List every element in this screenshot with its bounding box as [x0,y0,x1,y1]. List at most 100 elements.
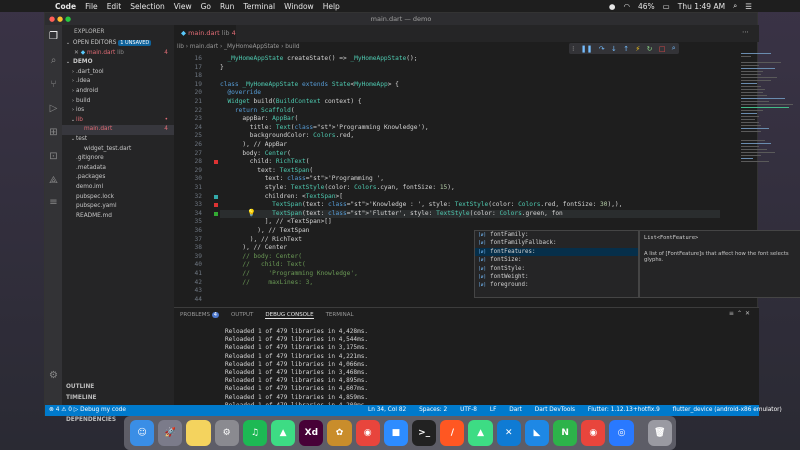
xcode-icon[interactable]: ◣ [524,420,550,446]
android-studio-icon[interactable]: ▲ [271,420,296,446]
status-eol[interactable]: LF [490,407,497,413]
status-devtools[interactable]: Dart DevTools [535,407,575,413]
file-tree-item[interactable]: › .dart_tool [62,68,174,78]
notes-icon[interactable] [186,420,211,446]
file-tree-item[interactable]: ⌄test [62,135,174,145]
sidebar-section[interactable]: TIMELINE [62,393,174,404]
file-tree-item[interactable]: README.md [62,212,174,222]
close-window-icon[interactable]: ● [49,13,55,25]
menu-file[interactable]: File [85,2,98,11]
run-debug-icon[interactable]: ▷ [48,103,59,114]
vscode-icon[interactable]: ✕ [496,420,521,446]
open-editor-item[interactable]: ✕ ◆ main.dart lib 4 [62,49,174,59]
menu-help[interactable]: Help [323,2,340,11]
close-icon[interactable]: ✕ [745,310,753,317]
file-tree-item[interactable]: .packages [62,173,174,183]
status-cursor-position[interactable]: Ln 34, Col 82 [368,407,406,413]
battery-percent[interactable]: 46% [638,2,655,11]
source-control-icon[interactable]: ⑂ [48,79,59,90]
editor-more-actions-icon[interactable]: ⋯ [742,28,749,36]
trash-icon[interactable]: 🗑 [647,420,672,446]
close-icon[interactable]: ✕ [74,50,79,56]
tab-main-dart[interactable]: ◆ main.dart lib 4 [174,25,236,42]
status-indentation[interactable]: Spaces: 2 [419,407,447,413]
spotify-icon[interactable]: ♫ [242,420,268,446]
outline-icon[interactable]: ≡ [48,197,59,208]
filter-icon[interactable]: ≡ [729,310,737,317]
record-icon[interactable]: ● [609,2,616,11]
file-tree-item[interactable]: pubspec.lock [62,193,174,203]
battery-icon[interactable]: ▭ [663,2,670,11]
menu-app-code[interactable]: Code [55,2,76,11]
menu-extras-icon[interactable]: ☰ [745,2,752,11]
autocomplete-item[interactable]: [ø] fontWeight: [475,273,638,281]
file-tree-item[interactable]: ⌄lib • [62,116,174,126]
gutter-marker[interactable] [214,160,218,165]
search-icon[interactable]: ⌕ [48,55,59,66]
terminal-icon[interactable]: >_ [412,420,437,446]
open-editors-section[interactable]: ⌄ OPEN EDITORS 1 UNSAVED [62,39,174,49]
remote-icon[interactable]: ⊡ [48,151,59,162]
safari-icon[interactable]: ◎ [609,420,634,446]
file-tree-item[interactable]: widget_test.dart [62,145,174,155]
zoom-icon[interactable]: ■ [383,420,409,446]
zoom-window-icon[interactable]: ● [65,13,71,25]
menu-terminal[interactable]: Terminal [243,2,275,11]
autocomplete-item[interactable]: [ø] fontSize: [475,256,638,264]
launchpad-icon[interactable]: 🚀 [158,420,183,446]
extensions-icon[interactable]: ⊞ [48,127,59,138]
settings-gear-icon[interactable]: ⚙ [48,370,59,381]
file-tree-item[interactable]: main.dart 4 [62,125,174,135]
android-icon[interactable]: ▲ [468,420,493,446]
file-tree-item[interactable]: .metadata [62,164,174,174]
file-tree-item[interactable]: › .idea [62,77,174,87]
minimap[interactable] [739,53,795,163]
sidebar-section[interactable]: OUTLINE [62,382,174,393]
status-encoding[interactable]: UTF-8 [460,407,477,413]
explorer-icon[interactable]: ❐ [48,31,59,42]
tab-problems[interactable]: PROBLEMS 4 [180,312,219,318]
file-tree-item[interactable]: › build [62,97,174,107]
file-tree-item[interactable]: › ios [62,106,174,116]
lightbulb-icon[interactable]: 💡 [247,209,256,217]
status-problems-and-debug[interactable]: ⊗ 4 ⚠ 0 ▷ Debug my code [49,405,126,416]
tab-terminal[interactable]: TERMINAL [326,312,354,318]
project-section[interactable]: ⌄ DEMO [62,58,174,68]
chevron-up-icon[interactable]: ⌃ [737,310,745,317]
file-tree-item[interactable]: demo.iml [62,183,174,193]
minimize-window-icon[interactable]: ● [57,13,63,25]
autocomplete-item[interactable]: [ø] fontFeatures: [475,247,638,257]
numbers-icon[interactable]: N [553,420,578,446]
wifi-icon[interactable]: ◠ [623,2,630,11]
autocomplete-item[interactable]: [ø] fontFamilyFallback: [475,239,638,247]
menu-view[interactable]: View [174,2,192,11]
autocomplete-item[interactable]: [ø] fontFamily: [475,231,638,239]
clock[interactable]: Thu 1:49 AM [678,2,725,11]
debug-console-output[interactable]: Reloaded 1 of 479 libraries in 4,428ms. R… [225,328,368,410]
file-tree-item[interactable]: › android [62,87,174,97]
status-flutter-version[interactable]: Flutter: 1.12.13+hotfix.9 [588,407,660,413]
menu-run[interactable]: Run [220,2,234,11]
file-tree-item[interactable]: .gitignore [62,154,174,164]
menu-go[interactable]: Go [201,2,211,11]
flutter-icon[interactable]: ⟁ [48,175,59,186]
pineapple-icon[interactable]: ✿ [327,420,352,446]
system-preferences-icon[interactable]: ⚙ [214,420,239,446]
status-device[interactable]: flutter_device (android-x86 emulator) [673,407,782,413]
menu-edit[interactable]: Edit [107,2,122,11]
menu-selection[interactable]: Selection [130,2,165,11]
autocomplete-item[interactable]: [ø] foreground: [475,281,638,289]
tab-debug-console[interactable]: DEBUG CONSOLE [265,312,314,319]
menu-window[interactable]: Window [284,2,314,11]
gutter-marker[interactable] [214,203,218,208]
gutter-marker[interactable] [214,194,218,199]
search-icon[interactable]: ⌕ [733,1,737,11]
file-tree-item[interactable]: pubspec.yaml [62,202,174,212]
adobe-xd-icon[interactable]: Xd [299,420,324,446]
chrome-icon[interactable]: ◉ [355,420,380,446]
gutter-marker[interactable] [214,211,218,216]
status-language-mode[interactable]: Dart [509,407,522,413]
brave-icon[interactable]: / [440,420,465,446]
finder-icon[interactable]: ☺ [130,420,155,446]
chrome-2-icon[interactable]: ◉ [581,420,606,446]
